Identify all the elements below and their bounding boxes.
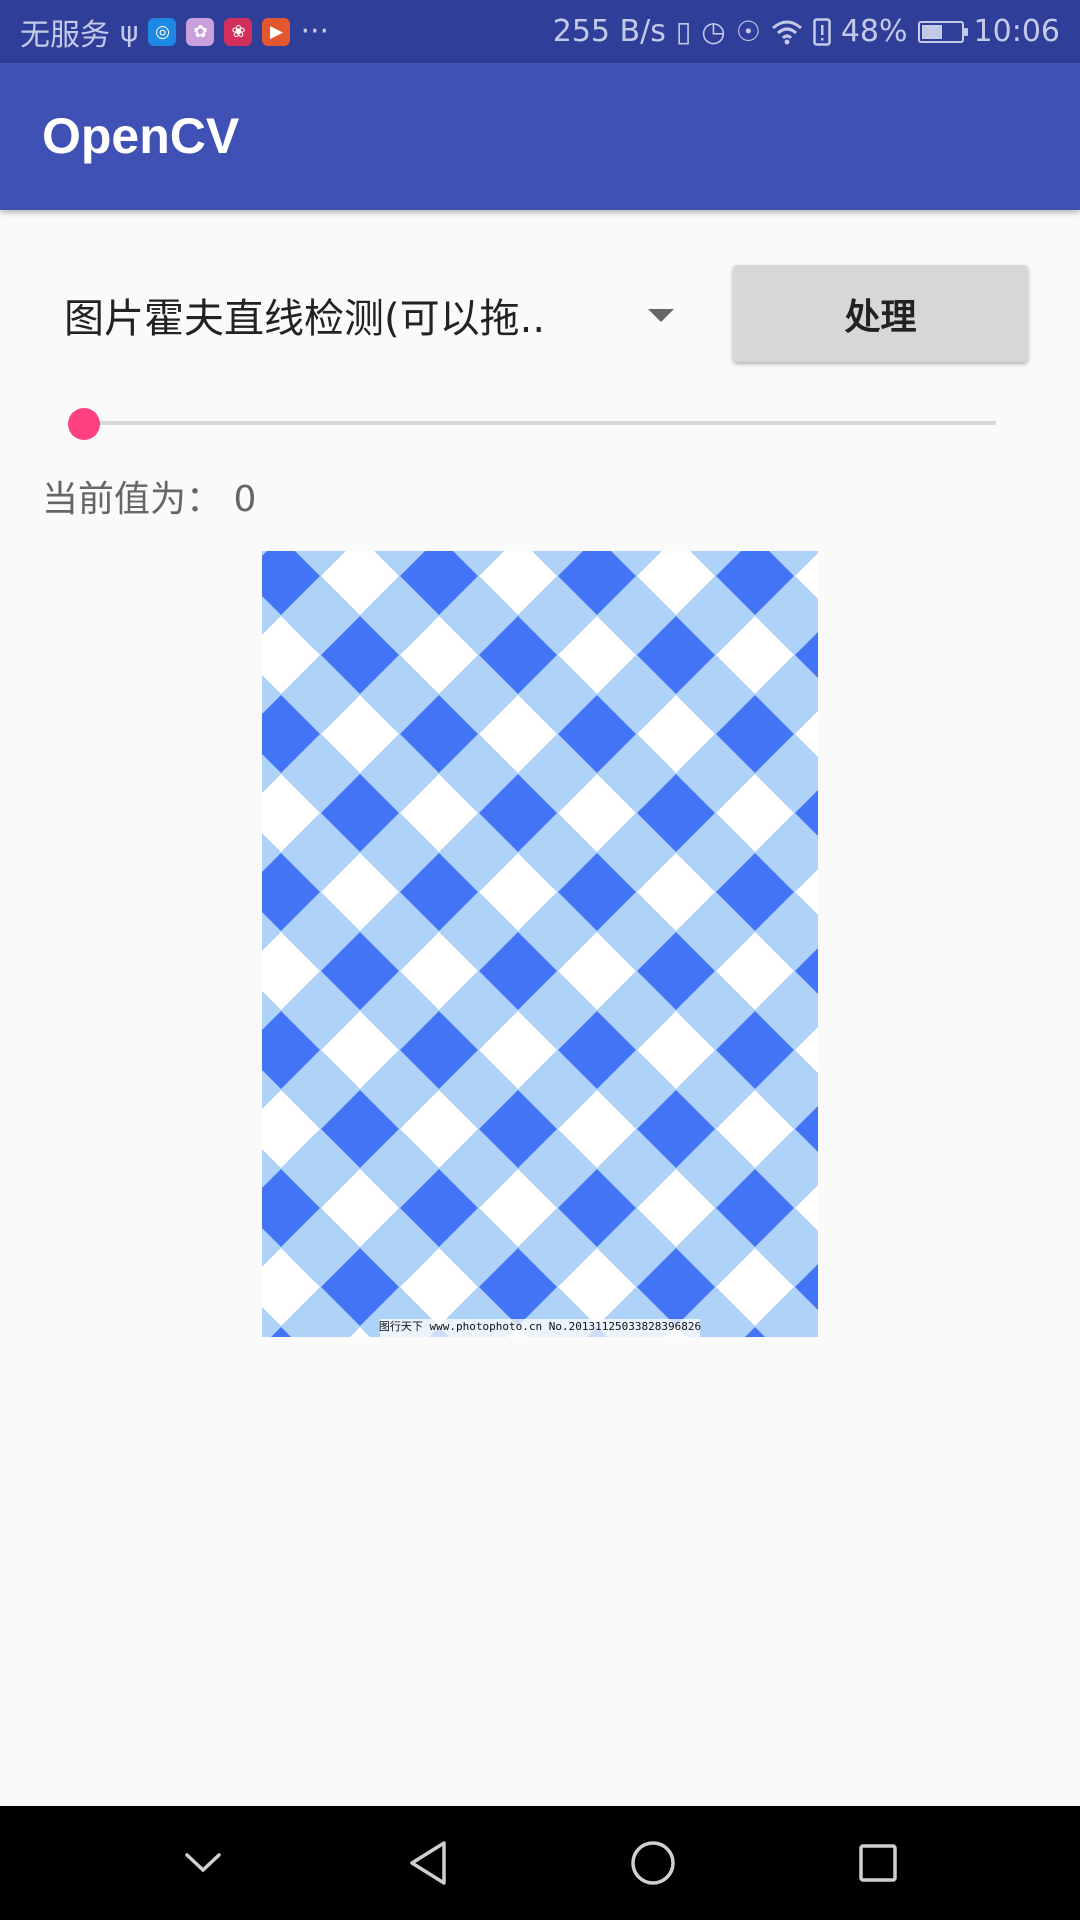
recents-icon[interactable] <box>848 1833 908 1893</box>
sim-alert-icon <box>813 17 831 46</box>
battery-percent: 48% <box>840 14 908 49</box>
wifi-icon <box>771 20 802 44</box>
huawei-app-icon: ❀ <box>224 17 253 46</box>
usb-icon: ψ <box>120 15 139 48</box>
alarm-icon: ◷ <box>701 15 726 48</box>
chevron-down-icon[interactable] <box>173 1833 233 1893</box>
slider-track <box>68 421 996 425</box>
status-bar-left: 无服务 ψ ◎ ✿ ❀ ▶ ··· <box>20 10 329 54</box>
network-speed: 255 B/s <box>552 14 666 49</box>
process-button[interactable]: 处理 <box>733 265 1028 362</box>
navigation-bar <box>0 1806 1080 1920</box>
mode-spinner[interactable]: 图片霍夫直线检测(可以拖.. <box>42 270 682 360</box>
status-bar: 无服务 ψ ◎ ✿ ❀ ▶ ··· 255 B/s ▯ ◷ ☉ 48% 10:0… <box>0 0 1080 63</box>
clock: 10:06 <box>973 14 1060 49</box>
spinner-selected-text: 图片霍夫直线检测(可以拖.. <box>64 296 546 342</box>
checkered-pattern <box>262 551 818 1337</box>
vibrate-icon: ▯ <box>675 15 692 48</box>
battery-icon <box>917 20 968 43</box>
compass-app-icon: ◎ <box>148 17 177 46</box>
video-app-icon: ▶ <box>262 17 291 46</box>
dropdown-arrow-icon <box>648 309 674 322</box>
photos-app-icon: ✿ <box>186 17 215 46</box>
app-bar: OpenCV <box>0 63 1080 210</box>
value-slider[interactable] <box>68 408 996 440</box>
more-notifications-icon: ··· <box>300 14 330 49</box>
back-icon[interactable] <box>398 1833 458 1893</box>
image-watermark: 图行天下 www.photophoto.cn No.20131125033828… <box>378 1320 702 1333</box>
result-image: 图行天下 www.photophoto.cn No.20131125033828… <box>262 551 818 1337</box>
current-value-label: 当前值为： 0 <box>42 479 257 520</box>
eye-icon: ☉ <box>735 15 761 48</box>
home-icon[interactable] <box>623 1833 683 1893</box>
status-bar-right: 255 B/s ▯ ◷ ☉ 48% 10:06 <box>553 14 1060 49</box>
slider-thumb[interactable] <box>68 408 100 440</box>
app-title: OpenCV <box>42 108 240 164</box>
carrier-label: 无服务 <box>20 17 110 53</box>
